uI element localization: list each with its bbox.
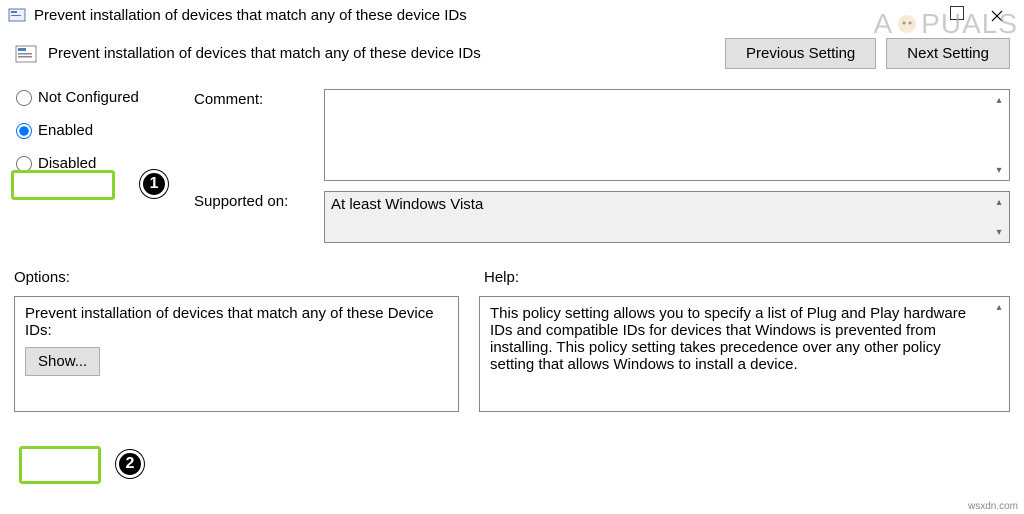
radio-enabled-label: Enabled xyxy=(38,122,93,139)
comment-textarea[interactable]: ▴ ▾ xyxy=(324,89,1010,181)
state-radio-group: Not Configured Enabled Disabled xyxy=(14,89,194,253)
policy-icon xyxy=(8,6,26,24)
annotation-highlight-show xyxy=(19,446,101,484)
help-text: This policy setting allows you to specif… xyxy=(490,305,999,373)
policy-header-row: Prevent installation of devices that mat… xyxy=(0,30,1024,83)
scroll-down-icon[interactable]: ▾ xyxy=(991,224,1007,240)
radio-not-configured[interactable] xyxy=(16,90,32,106)
supported-on-box: At least Windows Vista ▴ ▾ xyxy=(324,191,1010,243)
maximize-icon[interactable] xyxy=(950,6,964,20)
window-title: Prevent installation of devices that mat… xyxy=(34,7,467,24)
policy-header-title: Prevent installation of devices that mat… xyxy=(48,45,481,62)
radio-enabled[interactable] xyxy=(16,123,32,139)
window-titlebar: Prevent installation of devices that mat… xyxy=(0,0,1024,30)
close-icon xyxy=(991,10,1003,22)
policy-setting-icon xyxy=(14,42,38,66)
footer-watermark: wsxdn.com xyxy=(968,501,1018,512)
previous-setting-button[interactable]: Previous Setting xyxy=(725,38,876,69)
options-pane: Prevent installation of devices that mat… xyxy=(14,296,459,412)
supported-on-value: At least Windows Vista xyxy=(331,196,483,213)
next-setting-button[interactable]: Next Setting xyxy=(886,38,1010,69)
supported-on-label: Supported on: xyxy=(194,191,324,243)
help-pane: This policy setting allows you to specif… xyxy=(479,296,1010,412)
close-button[interactable] xyxy=(974,2,1020,30)
options-heading: Prevent installation of devices that mat… xyxy=(25,305,448,339)
show-button[interactable]: Show... xyxy=(25,347,100,376)
radio-disabled[interactable] xyxy=(16,156,32,172)
scroll-up-icon[interactable]: ▴ xyxy=(991,299,1007,315)
comment-label: Comment: xyxy=(194,89,324,181)
options-label: Options: xyxy=(14,269,474,286)
help-label: Help: xyxy=(474,269,1010,286)
radio-disabled-label: Disabled xyxy=(38,155,96,172)
annotation-step-2: 2 xyxy=(116,450,144,478)
annotation-step-1: 1 xyxy=(140,170,168,198)
scroll-up-icon[interactable]: ▴ xyxy=(991,194,1007,210)
radio-not-configured-label: Not Configured xyxy=(38,89,139,106)
scroll-down-icon[interactable]: ▾ xyxy=(991,162,1007,178)
scroll-up-icon[interactable]: ▴ xyxy=(991,92,1007,108)
